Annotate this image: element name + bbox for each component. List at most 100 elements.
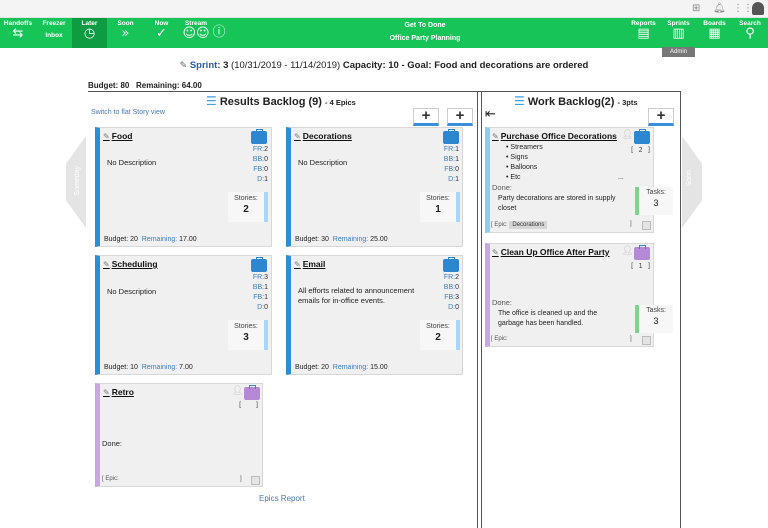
briefcase-icon[interactable] (244, 385, 260, 400)
epic-stats: FR:2 BB:0 FB:3 D:0 (443, 274, 459, 311)
briefcase-icon[interactable] (251, 257, 267, 272)
fast-forward-icon: » (121, 26, 130, 41)
someday-arrow[interactable]: Someday (66, 136, 86, 228)
pencil-icon[interactable]: ✎ (103, 132, 110, 141)
epic-budget: Budget: 20 Remaining: 15.00 (295, 364, 388, 371)
epic-stats: FR:1 BB:1 FB:0 D:1 (443, 146, 459, 183)
calendar-icon[interactable] (642, 221, 651, 230)
tasks-count: Tasks: 3 (635, 305, 673, 333)
info-icon: ⓘ (212, 25, 226, 40)
points-field[interactable]: [ 2 ] (630, 146, 651, 154)
system-bar (0, 0, 768, 18)
search-button[interactable]: Search ⚲ (732, 18, 768, 48)
stories-count: Stories: 1 (420, 192, 460, 222)
apps-grid-icon[interactable]: ⋮⋮ (733, 3, 753, 14)
tasks-count: Tasks: 3 (635, 187, 673, 215)
later-button[interactable]: Later ◷ (72, 18, 107, 48)
briefcase-icon[interactable] (634, 129, 650, 144)
pencil-icon[interactable]: ✎ (180, 61, 188, 71)
panel-divider-2 (481, 91, 482, 528)
epics-report-link[interactable]: Epics Report (259, 494, 305, 503)
soon-arrow[interactable]: Soon (682, 136, 702, 228)
work-top-border (481, 91, 681, 92)
menu-icon[interactable]: ☰ (206, 94, 217, 108)
add-story-button[interactable]: + (447, 108, 473, 126)
inbox-label: Inbox (45, 32, 63, 39)
stream-button[interactable]: Stream ☺☺ (180, 18, 212, 48)
epic-title[interactable]: ✎ Scheduling (103, 259, 158, 269)
person-icon[interactable]: 👤︎ (622, 130, 633, 140)
pencil-icon[interactable]: ✎ (492, 132, 499, 141)
epic-title[interactable]: ✎ Retro (103, 387, 134, 397)
epic-title[interactable]: ✎ Email (294, 259, 325, 269)
epic-description: All efforts related to announcement emai… (298, 286, 415, 305)
story-card-cleanup[interactable] (485, 243, 654, 347)
add-epic-button[interactable]: + (413, 108, 439, 126)
epic-budget: Budget: 30 Remaining: 25.00 (295, 236, 388, 243)
stories-count: Stories: 3 (228, 320, 268, 350)
handoffs-button[interactable]: Handoffs ⇆ (0, 18, 36, 48)
pencil-icon[interactable]: ✎ (103, 388, 110, 397)
pencil-icon[interactable]: ✎ (294, 132, 301, 141)
add-work-button[interactable]: + (648, 108, 674, 126)
results-top-border (88, 91, 481, 92)
admin-tab[interactable]: Admin (662, 47, 695, 57)
stories-count: Stories: 2 (228, 192, 268, 222)
collapse-icon[interactable]: ⇤ (485, 107, 496, 122)
calendar-icon[interactable] (251, 476, 260, 485)
epic-card-retro[interactable] (95, 383, 263, 487)
story-title[interactable]: ✎ Purchase Office Decorations (492, 131, 617, 141)
epic-description: No Description (107, 158, 157, 167)
epic-stats: FR:2 BB:0 FB:0 D:1 (252, 146, 268, 183)
pencil-icon[interactable]: ✎ (294, 260, 301, 269)
switch-view-link[interactable]: Switch to flat Story view (91, 109, 165, 116)
epic-budget: Budget: 20 Remaining: 17.00 (104, 236, 197, 243)
sprint-summary: ✎ Sprint: 3 (10/31/2019 - 11/14/2019) Ca… (179, 60, 589, 71)
briefcase-icon[interactable] (443, 257, 459, 272)
reports-button[interactable]: Reports ▤ (626, 18, 661, 48)
done-label: Done: (492, 183, 513, 192)
calendar-icon[interactable] (642, 336, 651, 345)
freezer-button[interactable]: Freezer Inbox (36, 18, 72, 48)
briefcase-icon[interactable] (634, 245, 650, 260)
check-icon: ✓ (156, 26, 167, 41)
project-title: Get To Done Office Party Planning (389, 22, 461, 42)
soon-button[interactable]: Soon » (108, 18, 143, 48)
menu-icon[interactable]: ☰ (514, 94, 525, 108)
sprints-button[interactable]: Sprints ▥ (662, 18, 695, 48)
boards-icon: ▦ (708, 26, 721, 41)
points-field[interactable]: [ 1 ] (630, 262, 651, 270)
pencil-icon[interactable]: ✎ (492, 248, 499, 257)
epic-description: No Description (107, 287, 157, 296)
done-label: Done: (492, 298, 513, 307)
points-field[interactable]: [ ] (238, 401, 259, 409)
boards-button[interactable]: Boards ▦ (698, 18, 731, 48)
epic-link[interactable]: [ Epic: Decorations (491, 221, 548, 229)
people-icon: ☺☺ (182, 26, 210, 41)
done-text: The office is cleaned up and the garbage… (498, 310, 598, 327)
panel-divider (477, 91, 478, 528)
sprints-icon: ▥ (672, 26, 685, 41)
briefcase-icon[interactable] (251, 129, 267, 144)
now-button[interactable]: Now ✓ (144, 18, 179, 48)
person-icon[interactable]: 👤︎ (622, 246, 633, 256)
search-icon: ⚲ (745, 26, 755, 41)
document-icon: ▤ (637, 26, 650, 41)
story-title[interactable]: ✎ Clean Up Office After Party (492, 247, 610, 257)
add-icon[interactable]: ⊞ (692, 3, 700, 14)
pencil-icon[interactable]: ✎ (103, 260, 110, 269)
epic-chip: Decorations (509, 221, 548, 229)
person-icon[interactable]: 👤︎ (232, 386, 243, 396)
epic-title[interactable]: ✎ Food (103, 131, 132, 141)
briefcase-icon[interactable] (443, 129, 459, 144)
epic-title[interactable]: ✎ Decorations (294, 131, 352, 141)
epic-budget: Budget: 10 Remaining: 7.00 (104, 364, 193, 371)
bell-icon[interactable]: 🔔︎ (713, 3, 726, 14)
epic-link[interactable]: [ Epic: (491, 336, 508, 342)
epic-link[interactable]: [ Epic: (102, 476, 119, 482)
clock-icon: ◷ (83, 26, 96, 41)
stories-count: Stories: 2 (420, 320, 460, 350)
work-right-border (680, 91, 681, 528)
info-button[interactable]: ⓘ (212, 18, 226, 48)
user-avatar[interactable] (752, 2, 764, 15)
